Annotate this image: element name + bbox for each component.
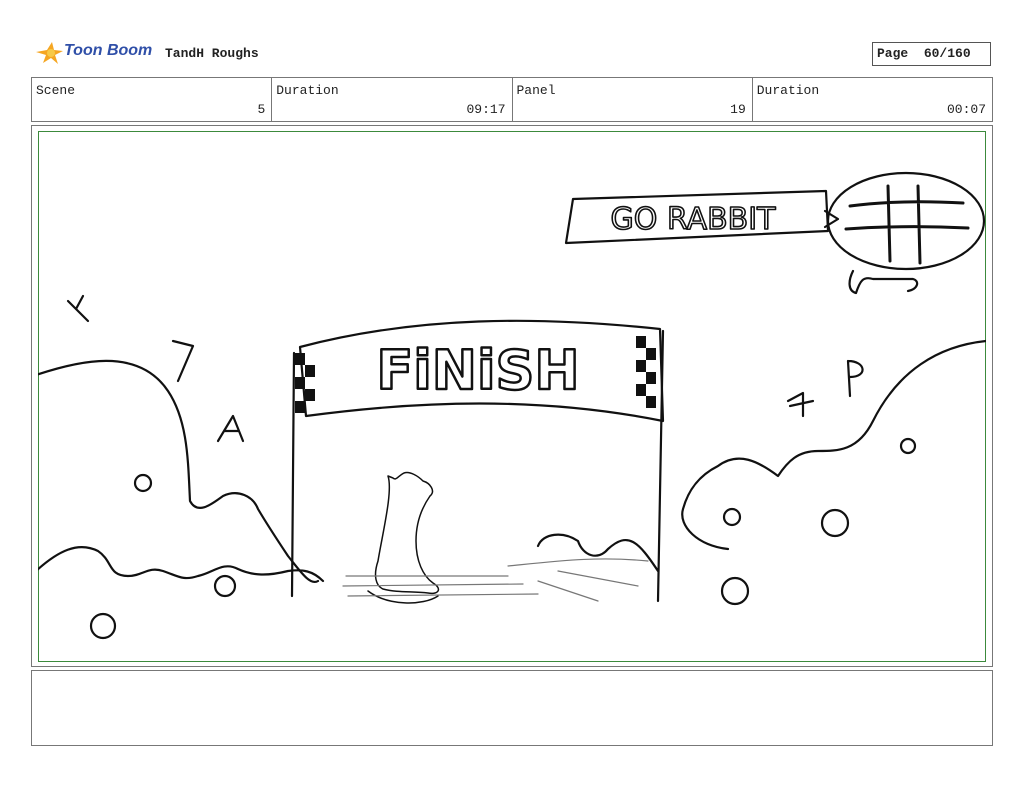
panel-duration-cell: Duration 00:07 <box>753 78 992 121</box>
scattered-letter <box>846 359 864 398</box>
scattered-letter <box>171 339 195 383</box>
scene-duration-label: Duration <box>276 83 339 98</box>
page-number: 60/160 <box>923 46 971 61</box>
left-lower-bush-outline <box>38 546 325 583</box>
ground-hatching <box>342 558 649 602</box>
checker-right <box>636 336 656 408</box>
scattered-circle <box>133 473 153 493</box>
go-rabbit-text: GO RABBIT <box>611 202 777 237</box>
scene-cell: Scene 5 <box>32 78 273 121</box>
blimp-gondola <box>848 269 919 295</box>
finish-banner-text: FiNiSH <box>376 339 579 402</box>
toon-boom-star-icon <box>36 42 63 64</box>
scattered-circle <box>720 576 750 606</box>
panel-notes-area <box>31 670 993 746</box>
scene-value: 5 <box>257 102 266 117</box>
checker-left <box>295 353 315 413</box>
panel-value: 19 <box>730 102 746 117</box>
panel-info-bar: Scene 5 Duration 09:17 Panel 19 Duration… <box>31 77 993 122</box>
scattered-circle <box>89 612 117 640</box>
scattered-circle <box>820 508 850 538</box>
finish-left-post <box>290 351 296 598</box>
scene-duration-cell: Duration 09:17 <box>272 78 513 121</box>
scene-label: Scene <box>36 83 76 98</box>
left-bush-outline <box>38 359 320 584</box>
blimp-body <box>826 171 986 271</box>
right-bush-outline <box>681 339 986 551</box>
blimp-grid <box>844 184 970 265</box>
toon-boom-logo: Toon Boom <box>34 38 164 68</box>
page-label: Page <box>877 46 909 61</box>
scattered-letter <box>216 414 245 443</box>
scene-duration-value: 09:17 <box>466 102 506 117</box>
scattered-letter <box>786 391 815 418</box>
right-lower-bush-outline <box>536 533 660 573</box>
scattered-circle <box>722 507 742 527</box>
scattered-letter <box>66 294 90 323</box>
fox-sketch <box>374 471 440 595</box>
scattered-circle <box>213 574 237 598</box>
panel-label: Panel <box>516 83 556 98</box>
scattered-circle <box>899 437 917 455</box>
project-title: TandH Roughs <box>165 46 259 61</box>
page-indicator: Page 60/160 <box>872 42 991 66</box>
panel-duration-value: 00:07 <box>946 102 986 117</box>
panel-duration-label: Duration <box>756 83 820 98</box>
storyboard-sketch: FiNiSH GO RABBIT <box>38 171 986 640</box>
logo-text: Toon Boom <box>64 42 153 59</box>
panel-cell: Panel 19 <box>513 78 753 121</box>
